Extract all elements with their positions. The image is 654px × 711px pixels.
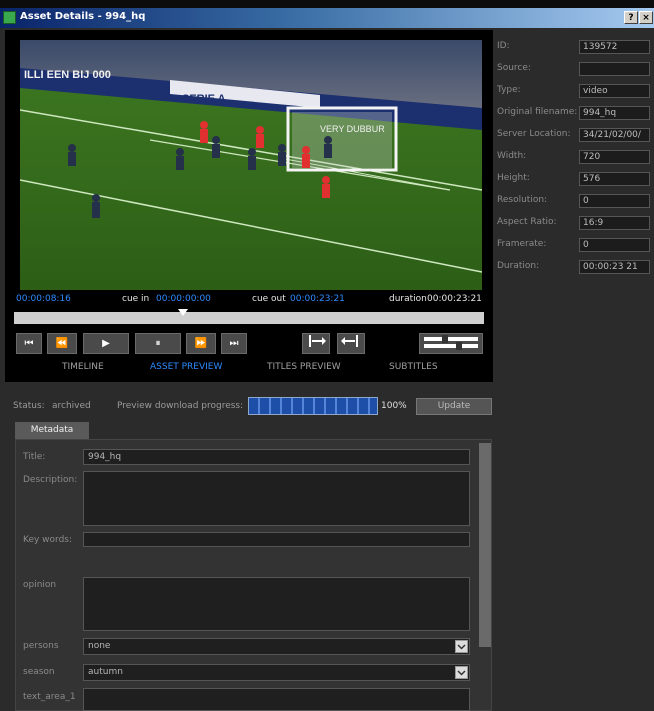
rewind-icon: ⏪	[55, 338, 69, 349]
description-field[interactable]	[83, 471, 470, 526]
title-field[interactable]: 994_hq	[83, 449, 470, 465]
status-value: archived	[52, 401, 91, 411]
property-value[interactable]: video	[579, 84, 650, 98]
cue-out-label: cue out	[252, 294, 286, 304]
volume-slider-icon	[424, 335, 478, 350]
download-progress-bar	[248, 397, 378, 415]
close-button[interactable]: ×	[639, 11, 653, 24]
go-to-start-button[interactable]: ⏮	[16, 333, 42, 354]
season-select[interactable]: autumn	[83, 664, 470, 681]
property-label: Aspect Ratio:	[497, 217, 557, 227]
property-label: Original filename:	[497, 107, 578, 117]
serie-a-board: SERIE A	[182, 93, 226, 105]
current-timecode: 00:00:08:16	[16, 294, 71, 304]
keywords-label: Key words:	[23, 535, 73, 545]
help-button[interactable]: ?	[624, 11, 638, 24]
fast-forward-icon: ⏩	[194, 338, 208, 349]
set-cue-in-button[interactable]	[302, 333, 330, 354]
chevron-down-icon	[457, 670, 466, 676]
window-title: Asset Details - 994_hq	[20, 11, 146, 22]
property-label: Height:	[497, 173, 530, 183]
video-frame[interactable]: ILLI EEN BIJ 000 SERIE A VERY DUBBUR	[20, 40, 482, 290]
play-button[interactable]: ▶	[83, 333, 129, 354]
persons-dropdown-button[interactable]	[455, 640, 468, 653]
property-value[interactable]: 0	[579, 194, 650, 208]
progress-label: Preview download progress:	[117, 401, 244, 411]
title-label: Title:	[23, 452, 46, 462]
text-area-1-field[interactable]	[83, 688, 470, 711]
property-label: Server Location:	[497, 129, 571, 139]
duration-label: duration	[389, 294, 427, 304]
fast-forward-button[interactable]: ⏩	[186, 333, 216, 354]
property-value[interactable]: 16:9	[579, 216, 650, 230]
property-value[interactable]: 34/21/02/00/	[579, 128, 650, 142]
tab-subtitles[interactable]: SUBTITLES	[389, 362, 438, 372]
volume-control[interactable]	[419, 333, 483, 354]
property-label: ID:	[497, 41, 510, 51]
ad-board-text: ILLI EEN BIJ 000	[24, 69, 111, 81]
cue-in-timecode[interactable]: 00:00:00:00	[156, 294, 211, 304]
property-value[interactable]: 0	[579, 238, 650, 252]
property-label: Framerate:	[497, 239, 547, 249]
video-still: ILLI EEN BIJ 000 SERIE A VERY DUBBUR	[20, 40, 482, 290]
property-value[interactable]: 00:00:23 21	[579, 260, 650, 274]
property-value[interactable]: 576	[579, 172, 650, 186]
property-value[interactable]	[579, 62, 650, 76]
property-label: Duration:	[497, 261, 540, 271]
goal-board-text: VERY DUBBUR	[320, 124, 385, 134]
app-icon	[3, 11, 16, 24]
property-value[interactable]: 139572	[579, 40, 650, 54]
cue-out-timecode[interactable]: 00:00:23:21	[290, 294, 345, 304]
play-icon: ▶	[102, 338, 110, 349]
description-label: Description:	[23, 475, 78, 485]
property-label: Type:	[497, 85, 521, 95]
duration-timecode: 00:00:23:21	[427, 294, 482, 304]
playhead-marker[interactable]	[178, 309, 189, 316]
mark-out-icon	[341, 335, 358, 347]
property-value[interactable]: 720	[579, 150, 650, 164]
pause-button[interactable]: ⏸	[135, 333, 181, 354]
go-to-end-button[interactable]: ⏭	[221, 333, 247, 354]
text-area-1-label: text_area_1	[23, 692, 76, 702]
scrub-bar[interactable]	[14, 312, 484, 324]
update-button[interactable]: Update	[416, 398, 492, 415]
tab-timeline[interactable]: TIMELINE	[62, 362, 104, 372]
rewind-button[interactable]: ⏪	[47, 333, 77, 354]
property-label: Source:	[497, 63, 531, 73]
keywords-field[interactable]	[83, 532, 470, 547]
property-value[interactable]: 994_hq	[579, 106, 650, 120]
skip-start-icon: ⏮	[24, 338, 34, 349]
metadata-scrollbar[interactable]	[479, 443, 491, 647]
title-bar: Asset Details - 994_hq ? ×	[0, 8, 654, 28]
season-label: season	[23, 667, 55, 677]
season-dropdown-button[interactable]	[455, 666, 468, 679]
property-label: Resolution:	[497, 195, 548, 205]
set-cue-out-button[interactable]	[337, 333, 365, 354]
cue-in-label: cue in	[122, 294, 150, 304]
opinion-field[interactable]	[83, 577, 470, 631]
persons-label: persons	[23, 641, 59, 651]
status-label: Status:	[13, 401, 45, 411]
property-label: Width:	[497, 151, 527, 161]
opinion-label: opinion	[23, 580, 57, 590]
skip-end-icon: ⏭	[229, 338, 239, 349]
progress-percent: 100%	[381, 401, 407, 411]
tab-asset-preview[interactable]: ASSET PREVIEW	[150, 362, 222, 372]
chevron-down-icon	[457, 644, 466, 650]
metadata-tab[interactable]: Metadata	[15, 422, 89, 439]
tab-titles-preview[interactable]: TITLES PREVIEW	[267, 362, 341, 372]
mark-in-icon	[309, 335, 326, 347]
pause-icon: ⏸	[155, 338, 161, 349]
persons-select[interactable]: none	[83, 638, 470, 655]
